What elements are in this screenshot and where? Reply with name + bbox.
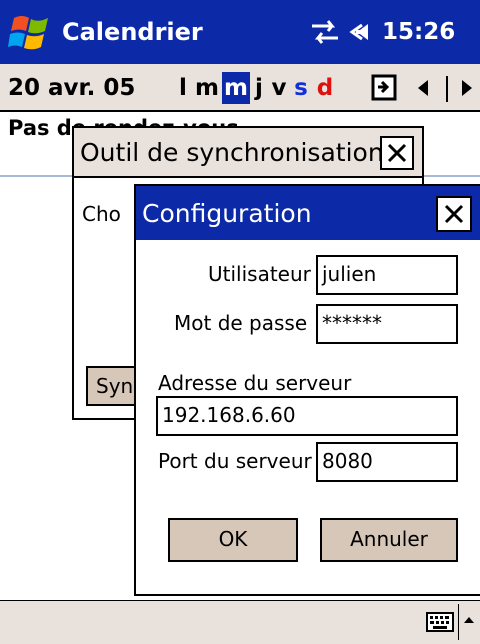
ok-button[interactable]: OK xyxy=(168,518,298,562)
cancel-button[interactable]: Annuler xyxy=(320,518,458,562)
server-address-input[interactable]: 192.168.6.60 xyxy=(156,396,458,436)
username-input[interactable]: julien xyxy=(316,255,458,295)
sip-divider xyxy=(458,604,459,640)
config-dialog-title: Configuration xyxy=(142,199,312,228)
current-date[interactable]: 20 avr. 05 xyxy=(8,72,135,104)
sync-dialog-title: Outil de synchronisation xyxy=(80,138,384,167)
server-address-label: Adresse du serveur xyxy=(158,371,352,395)
chevron-left-icon[interactable] xyxy=(410,74,438,102)
server-port-label: Port du serveur xyxy=(158,449,312,473)
clock[interactable]: 15:26 xyxy=(382,12,455,52)
config-dialog: Configuration Utilisateur julien Mot de … xyxy=(134,184,480,596)
volume-icon[interactable] xyxy=(348,16,380,48)
nav-divider xyxy=(446,76,448,102)
day-monday[interactable]: l xyxy=(176,72,190,104)
day-tuesday[interactable]: m xyxy=(194,72,220,104)
day-thursday[interactable]: j xyxy=(252,72,266,104)
day-sunday[interactable]: d xyxy=(314,72,336,104)
chevron-up-icon[interactable] xyxy=(462,612,476,628)
goto-today-icon[interactable] xyxy=(370,74,400,102)
server-port-input[interactable]: 8080 xyxy=(316,442,458,482)
app-title: Calendrier xyxy=(62,18,203,46)
keyboard-icon[interactable] xyxy=(426,611,454,633)
day-wednesday-selected[interactable]: m xyxy=(222,72,250,104)
windows-start-icon[interactable] xyxy=(8,10,54,56)
username-label: Utilisateur xyxy=(208,262,311,286)
sync-icon[interactable] xyxy=(308,18,342,46)
day-friday[interactable]: v xyxy=(270,72,288,104)
menu-bar xyxy=(0,600,480,644)
password-label: Mot de passe xyxy=(174,311,308,335)
close-icon[interactable] xyxy=(436,196,472,232)
password-input[interactable]: ****** xyxy=(316,304,458,344)
day-saturday[interactable]: s xyxy=(292,72,310,104)
sync-choose-text: Cho xyxy=(82,202,121,226)
chevron-right-icon[interactable] xyxy=(452,74,480,102)
close-icon[interactable] xyxy=(380,136,414,170)
